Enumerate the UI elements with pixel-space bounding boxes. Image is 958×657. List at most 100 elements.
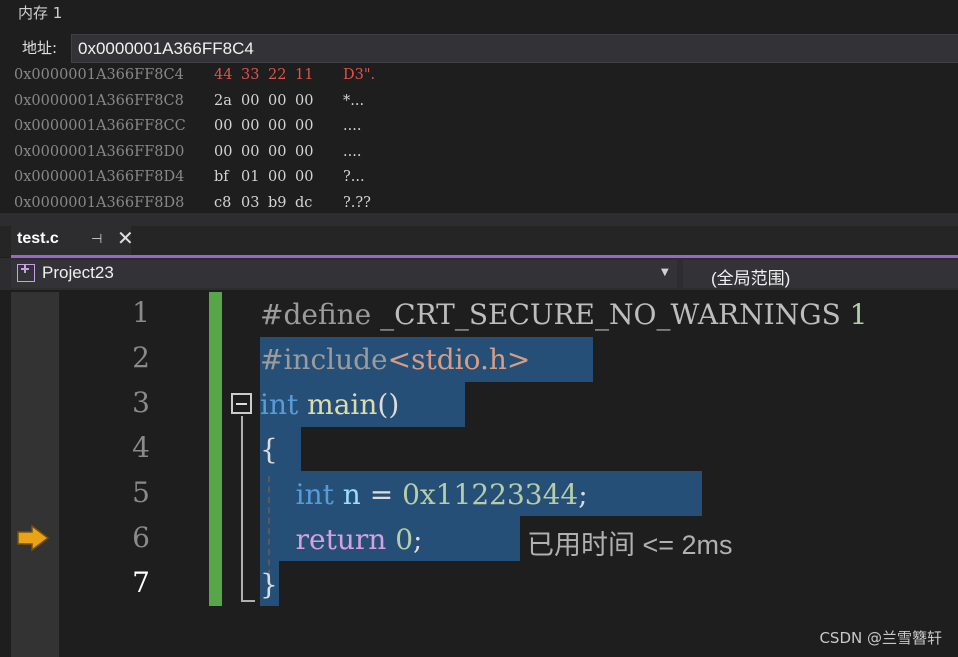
chevron-down-icon[interactable]: ▼	[661, 267, 669, 278]
outline-fold-line	[241, 416, 243, 602]
change-tracking-bar	[209, 292, 222, 606]
memory-row-address: 0x0000001A366FF8D4	[14, 169, 185, 185]
code-line[interactable]: {	[260, 431, 278, 469]
code-editor[interactable]: 1 2 3 4 5 6 7 #define _CRT_SECURE_NO_WARNINGS …	[0, 292, 958, 657]
line-number: 1	[132, 296, 150, 329]
memory-byte[interactable]: 00	[241, 118, 259, 134]
memory-row-ascii: *...	[343, 92, 365, 109]
memory-row-address: 0x0000001A366FF8D8	[14, 194, 185, 211]
code-token: =	[360, 478, 403, 511]
memory-byte[interactable]: 44	[214, 67, 232, 83]
project-icon	[17, 264, 35, 282]
code-token: #define	[260, 298, 372, 331]
memory-byte[interactable]: 01	[241, 169, 259, 185]
window-splitter[interactable]	[0, 213, 958, 226]
code-line[interactable]: int n = 0x11223344;	[260, 476, 588, 514]
outline-fold-end	[241, 600, 255, 602]
memory-row-address: 0x0000001A366FF8C4	[14, 67, 184, 83]
memory-byte[interactable]: c8	[214, 195, 231, 211]
pin-icon[interactable]: ⊣	[91, 232, 102, 247]
memory-byte[interactable]: 00	[241, 144, 259, 160]
close-icon[interactable]: ✕	[117, 228, 134, 248]
line-number: 7	[132, 566, 150, 599]
scope-label: (全局范围)	[711, 269, 791, 288]
code-token: int	[260, 388, 299, 421]
memory-row-address: 0x0000001A366FF8CC	[14, 118, 186, 134]
memory-byte[interactable]: 03	[241, 195, 259, 211]
memory-byte[interactable]: 33	[241, 67, 259, 83]
code-line[interactable]: #include<stdio.h>	[260, 341, 530, 379]
code-token: <stdio.h>	[387, 343, 531, 376]
code-token: ;	[578, 478, 588, 511]
code-token: }	[260, 568, 278, 601]
memory-byte[interactable]: 00	[295, 93, 313, 109]
code-token: #include	[260, 343, 388, 376]
tab-label: test.c	[17, 230, 59, 247]
code-token: n	[342, 478, 361, 511]
scope-dropdown[interactable]: (全局范围)	[683, 260, 958, 288]
document-tab-strip: test.c ⊣ ✕	[0, 226, 958, 258]
code-token: {	[260, 433, 278, 466]
collapse-icon[interactable]	[231, 393, 252, 414]
memory-window-title: 内存 1	[18, 4, 63, 22]
memory-byte[interactable]: 00	[268, 144, 286, 160]
line-number: 3	[132, 386, 150, 419]
memory-byte[interactable]: 00	[295, 169, 313, 185]
memory-byte[interactable]: 00	[214, 144, 232, 160]
execution-arrow-icon	[17, 524, 50, 552]
navigation-bar: Project23 ▼ (全局范围)	[0, 258, 958, 290]
line-number: 5	[132, 476, 150, 509]
memory-window: 内存 1 地址: 0x0000001A366FF8C4 44 33 22 11 D3". 0…	[0, 0, 958, 213]
memory-byte[interactable]: 00	[268, 118, 286, 134]
line-number: 6	[132, 521, 150, 554]
memory-byte[interactable]: 00	[241, 93, 259, 109]
memory-row-address: 0x0000001A366FF8D0	[14, 143, 185, 160]
memory-byte[interactable]: 00	[268, 169, 286, 185]
code-token: _CRT_SECURE_NO_WARNINGS	[380, 298, 841, 331]
memory-byte[interactable]: bf	[214, 169, 229, 185]
code-token: 0x11223344	[402, 478, 579, 511]
memory-byte[interactable]: dc	[295, 195, 312, 211]
memory-byte[interactable]: 00	[295, 144, 313, 160]
memory-byte[interactable]: 22	[268, 67, 286, 83]
indicator-margin[interactable]	[11, 292, 59, 657]
tab-test-c[interactable]: test.c ⊣ ✕	[11, 226, 134, 255]
line-number: 4	[132, 431, 150, 464]
memory-byte[interactable]: 11	[295, 67, 313, 83]
code-token: return	[295, 523, 387, 556]
code-line[interactable]: int main()	[260, 386, 399, 424]
code-token: int	[295, 478, 334, 511]
code-line[interactable]: #define _CRT_SECURE_NO_WARNINGS 1	[260, 296, 867, 334]
memory-row-ascii: ....	[343, 118, 362, 134]
memory-byte[interactable]: 2a	[214, 93, 232, 109]
code-line[interactable]: }	[260, 566, 278, 604]
memory-byte[interactable]: 00	[268, 93, 286, 109]
memory-byte[interactable]: 00	[214, 118, 232, 134]
code-token: 1	[849, 298, 868, 331]
address-label: 地址:	[22, 39, 58, 57]
watermark: CSDN @兰雪簪轩	[819, 629, 942, 647]
memory-row-ascii: ?...	[343, 169, 365, 185]
project-label: Project23	[42, 263, 114, 282]
memory-row-address: 0x0000001A366FF8C8	[14, 92, 184, 109]
memory-byte[interactable]: 00	[295, 118, 313, 134]
code-line[interactable]: return 0;	[260, 521, 423, 559]
line-number: 2	[132, 341, 150, 374]
project-dropdown[interactable]: Project23 ▼	[11, 260, 677, 288]
address-input[interactable]	[71, 34, 958, 63]
perf-tip[interactable]: 已用时间 <= 2ms	[527, 523, 733, 562]
code-token: main	[307, 388, 378, 421]
memory-byte[interactable]: b9	[268, 195, 287, 211]
code-token: ()	[377, 388, 400, 421]
memory-row-ascii: D3".	[343, 67, 376, 83]
code-token: ;	[413, 523, 423, 556]
memory-row-ascii: ....	[343, 143, 362, 160]
code-token: 0	[395, 523, 414, 556]
